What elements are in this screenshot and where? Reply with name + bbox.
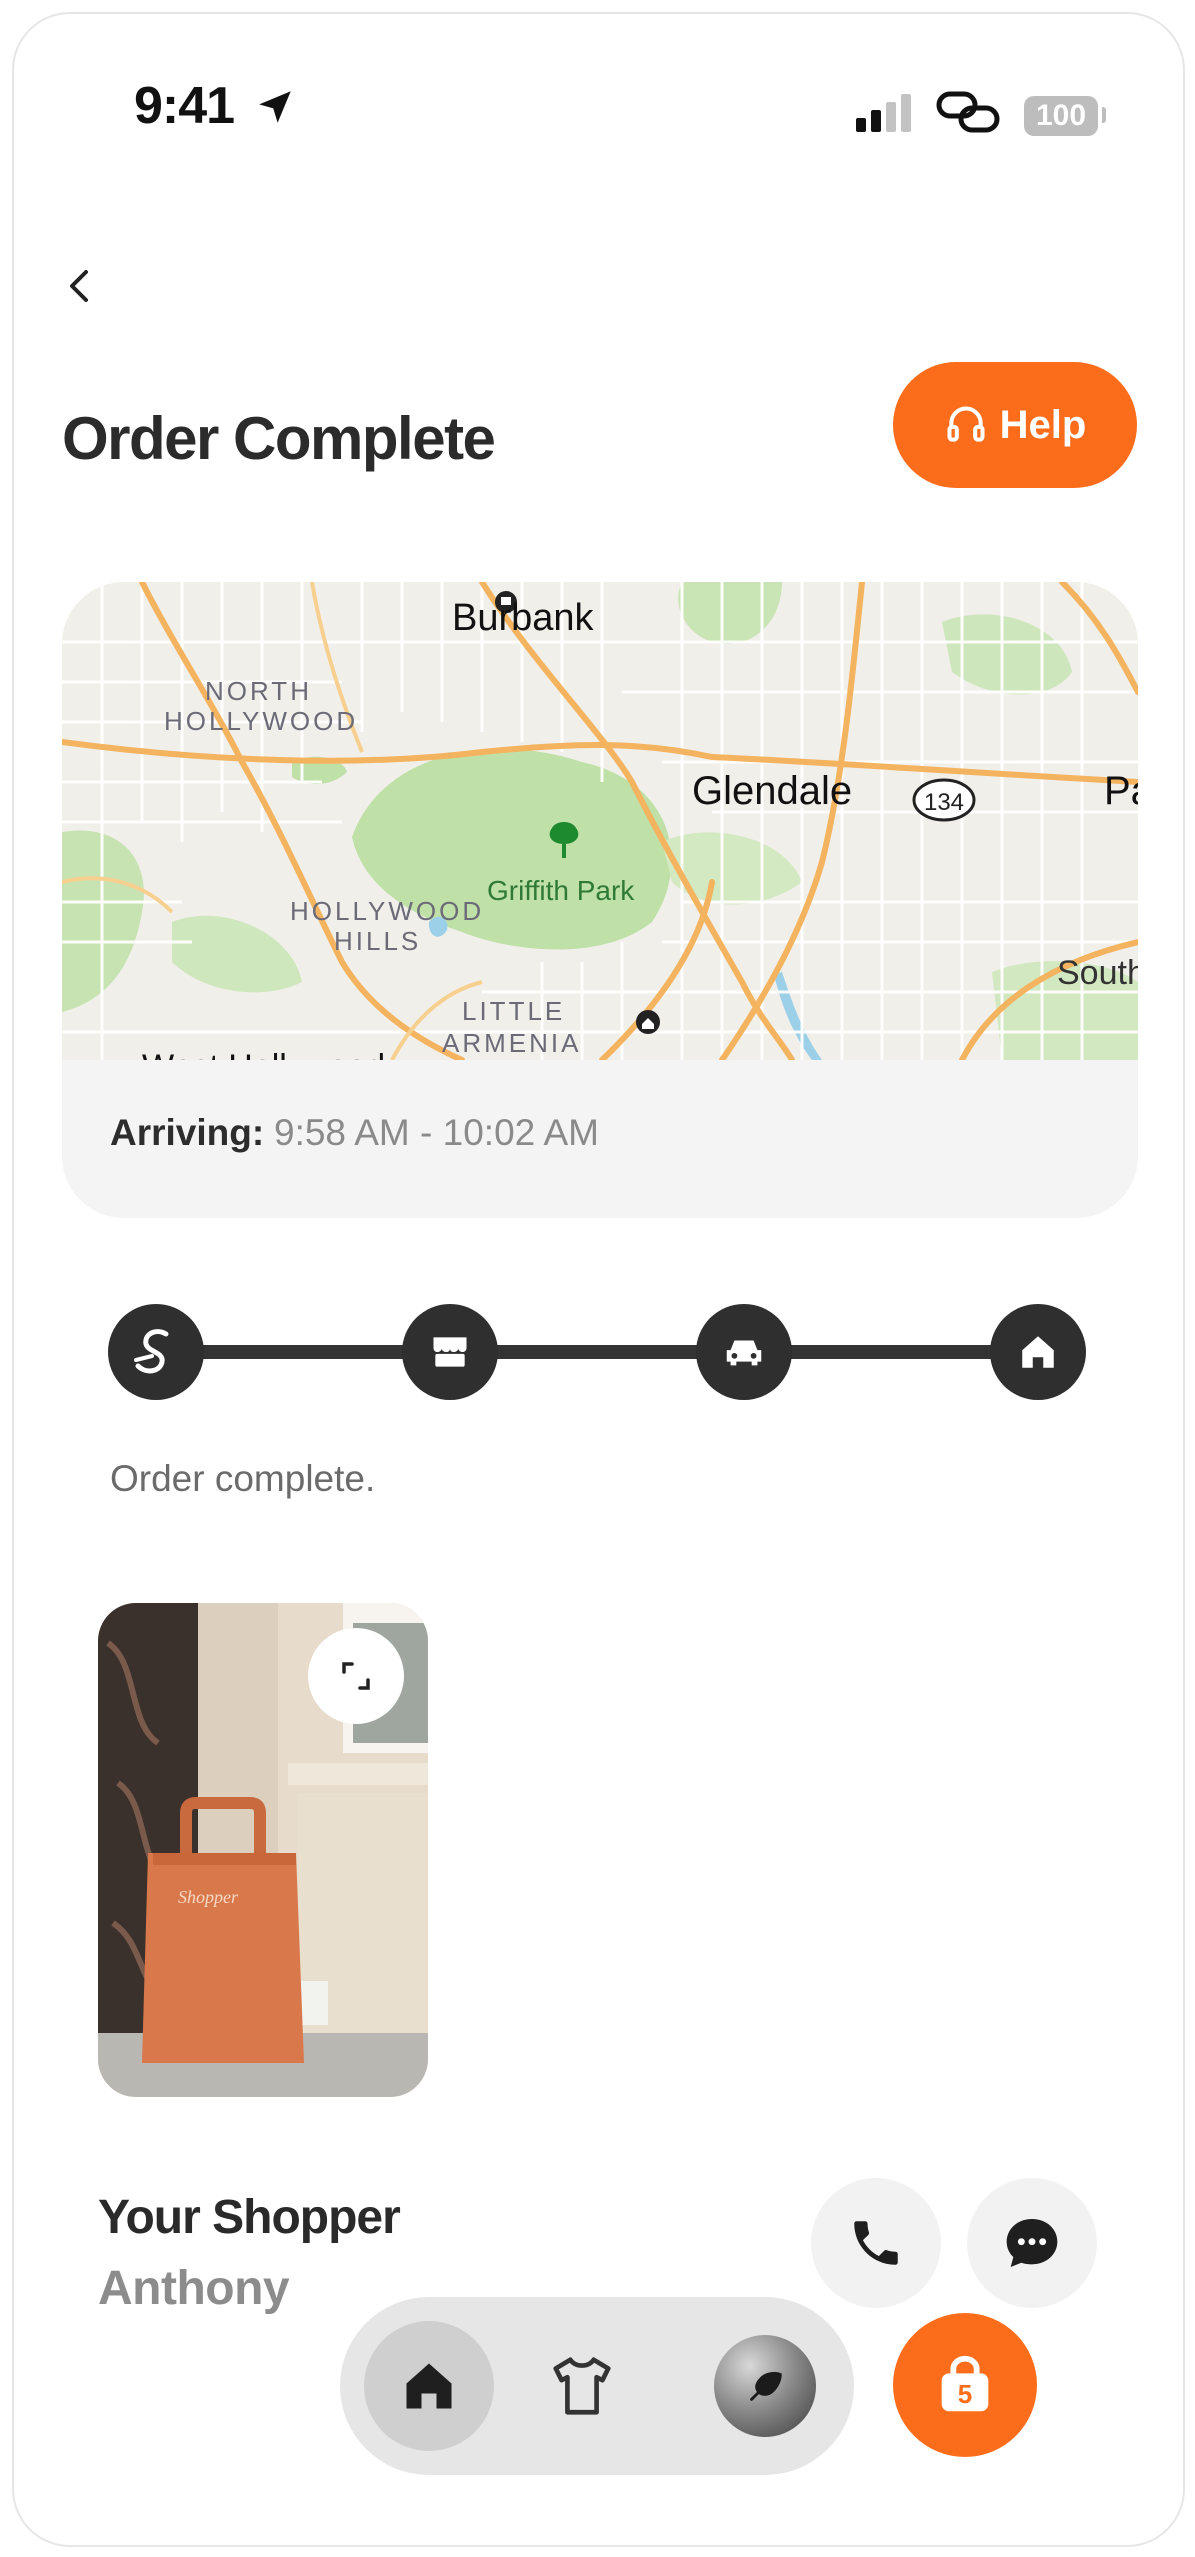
chat-icon xyxy=(1006,2219,1058,2267)
phone-icon xyxy=(854,2221,898,2265)
map-label-west-hollywood: West Hollywood xyxy=(142,1048,385,1060)
leaf-icon xyxy=(750,2371,782,2401)
cart-count: 5 xyxy=(957,2379,973,2409)
arriving-label: Arriving: xyxy=(110,1112,265,1153)
link-icon xyxy=(936,90,1000,139)
chevron-left-icon xyxy=(70,270,88,302)
map-label-griffith: Griffith Park xyxy=(487,875,635,906)
map-label-little: LITTLE xyxy=(462,996,565,1026)
map-label-burbank: Burbank xyxy=(452,597,595,639)
status-time: 9:41 xyxy=(134,77,235,135)
page-title: Order Complete xyxy=(62,405,496,472)
expand-icon xyxy=(342,1662,370,1690)
nav-shop-button[interactable] xyxy=(532,2336,632,2436)
eta-bar: Arriving: 9:58 AM - 10:02 AM xyxy=(62,1060,1138,1218)
location-arrow-icon xyxy=(254,86,296,133)
map-label-route: 134 xyxy=(924,789,964,816)
map-label-glendale: Glendale xyxy=(692,769,852,813)
signal-icon xyxy=(856,94,914,137)
map-label-south: South xyxy=(1057,954,1138,992)
back-button[interactable] xyxy=(56,262,104,310)
headset-icon xyxy=(947,406,985,442)
nav-profile-avatar[interactable] xyxy=(714,2335,816,2437)
home-icon xyxy=(1022,1336,1054,1368)
shopper-label: Your Shopper xyxy=(98,2191,401,2244)
bag-brand: Shopper xyxy=(178,1887,239,1907)
battery-indicator: 100 xyxy=(1024,96,1098,136)
help-button[interactable]: Help xyxy=(893,362,1137,488)
car-icon xyxy=(726,1340,762,1366)
map-label-hollywood-hills-1: HOLLYWOOD xyxy=(290,896,484,926)
battery-tip xyxy=(1102,107,1106,123)
arriving-time: 9:58 AM - 10:02 AM xyxy=(274,1112,599,1153)
message-shopper-button[interactable] xyxy=(967,2178,1097,2308)
delivery-map[interactable]: 134 Burbank Glendale Pa South Griffith P… xyxy=(62,582,1138,1060)
map-label-armenia: ARMENIA xyxy=(442,1028,581,1058)
expand-photo-button[interactable] xyxy=(308,1628,404,1724)
map-label-hollywood: HOLLYWOOD xyxy=(164,706,358,736)
shirt-icon xyxy=(553,2357,611,2415)
shopper-name: Anthony xyxy=(98,2262,290,2315)
order-status-text: Order complete. xyxy=(110,1458,376,1499)
home-icon xyxy=(406,2363,452,2409)
step-home xyxy=(990,1304,1086,1400)
bottom-nav xyxy=(340,2297,854,2475)
map-label-hollywood-hills-2: HILLS xyxy=(334,926,421,956)
map-label-pa: Pa xyxy=(1104,769,1138,813)
phone-frame: 9:41 100 Order Complete Help 134 Burbank… xyxy=(12,12,1185,2547)
shopper-icon xyxy=(134,1329,169,1374)
step-store xyxy=(402,1304,498,1400)
call-shopper-button[interactable] xyxy=(811,2178,941,2308)
progress-track xyxy=(154,1345,1034,1359)
cart-button[interactable]: 5 xyxy=(893,2313,1037,2457)
nav-home-button[interactable] xyxy=(364,2321,494,2451)
step-shopper xyxy=(108,1304,204,1400)
map-card[interactable]: 134 Burbank Glendale Pa South Griffith P… xyxy=(62,582,1138,1218)
map-label-north: NORTH xyxy=(205,676,312,706)
step-car xyxy=(696,1304,792,1400)
help-label: Help xyxy=(999,402,1087,447)
store-icon xyxy=(433,1337,467,1367)
